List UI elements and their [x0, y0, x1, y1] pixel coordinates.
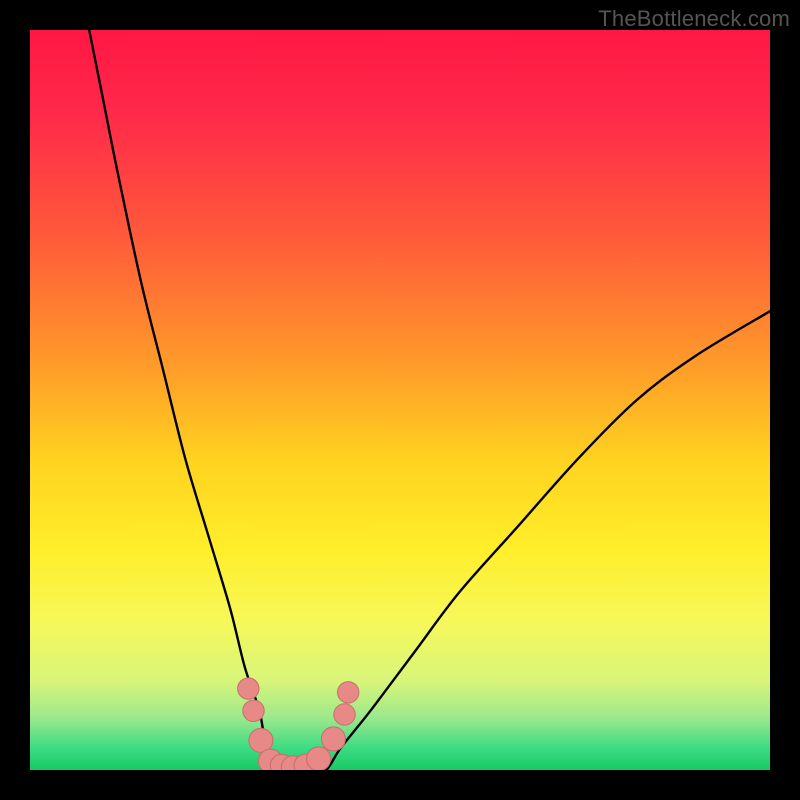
plot-area — [30, 30, 770, 770]
data-point-markers — [238, 678, 359, 770]
data-point-marker — [338, 682, 359, 703]
chart-frame: TheBottleneck.com — [0, 0, 800, 800]
data-point-marker — [307, 747, 331, 770]
data-point-marker — [334, 704, 355, 725]
bottleneck-curve — [30, 30, 770, 770]
data-point-marker — [238, 678, 259, 699]
watermark-label: TheBottleneck.com — [598, 6, 790, 32]
data-point-marker — [243, 700, 264, 721]
data-point-marker — [321, 727, 345, 751]
